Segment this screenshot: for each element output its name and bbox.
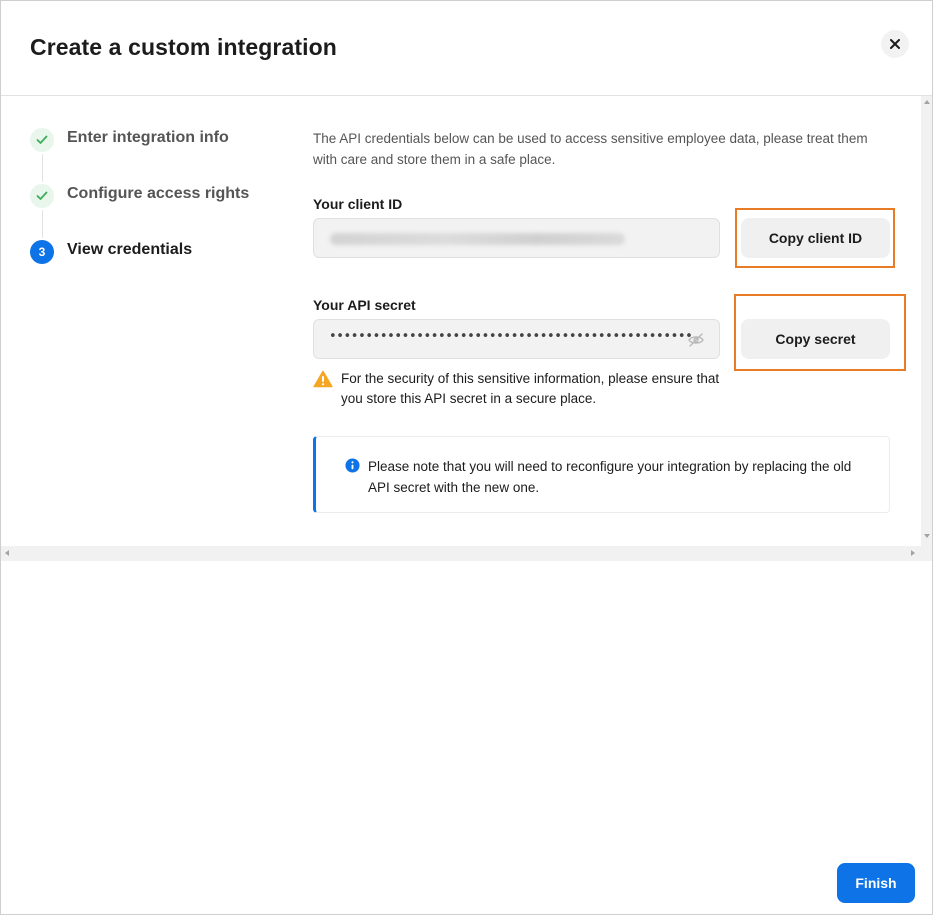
info-text: Please note that you will need to reconf… [368, 459, 852, 495]
step-enter-integration-info: Enter integration info [30, 128, 270, 184]
vertical-scrollbar[interactable] [921, 96, 932, 546]
scroll-down-arrow-icon[interactable] [924, 534, 930, 538]
info-notice: Please note that you will need to reconf… [313, 436, 890, 513]
scroll-right-arrow-icon[interactable] [911, 550, 915, 556]
close-button[interactable] [881, 30, 909, 58]
client-id-field[interactable] [313, 218, 720, 258]
step-connector [42, 210, 43, 238]
close-icon [890, 39, 900, 49]
api-secret-label: Your API secret [313, 297, 416, 313]
step-done-indicator [30, 128, 54, 152]
step-view-credentials: 3 View credentials [30, 240, 270, 296]
stepper: Enter integration info Configure access … [30, 128, 270, 296]
horizontal-scrollbar[interactable] [1, 546, 932, 561]
step-connector [42, 154, 43, 182]
info-icon [345, 458, 360, 473]
scroll-left-arrow-icon[interactable] [5, 550, 9, 556]
dialog: Create a custom integration Enter integr… [0, 0, 933, 915]
warning-icon [313, 370, 333, 388]
step-label: Configure access rights [67, 185, 250, 202]
dialog-title: Create a custom integration [30, 34, 337, 60]
client-id-label: Your client ID [313, 196, 403, 212]
eye-off-icon[interactable] [687, 331, 705, 349]
step-done-indicator [30, 184, 54, 208]
step-label: Enter integration info [67, 129, 229, 146]
security-warning: For the security of this sensitive infor… [313, 369, 733, 409]
finish-button[interactable]: Finish [837, 863, 915, 903]
warning-text: For the security of this sensitive infor… [341, 371, 720, 406]
credentials-content: The API credentials below can be used to… [313, 128, 893, 170]
scroll-up-arrow-icon[interactable] [924, 100, 930, 104]
step-number-badge: 3 [30, 240, 54, 264]
api-secret-field[interactable]: ••••••••••••••••••••••••••••••••••••••••… [313, 319, 720, 359]
highlight-copy-secret [734, 294, 906, 371]
step-configure-access-rights: Configure access rights [30, 184, 270, 240]
step-label: View credentials [67, 241, 193, 258]
dialog-header: Create a custom integration [1, 1, 932, 96]
check-icon [36, 191, 48, 200]
vertical-scroll-track[interactable] [921, 96, 932, 546]
intro-text: The API credentials below can be used to… [313, 131, 868, 167]
check-icon [36, 135, 48, 144]
dialog-body: Enter integration info Configure access … [1, 96, 932, 562]
api-secret-masked-value: ••••••••••••••••••••••••••••••••••••••••… [329, 329, 693, 344]
highlight-copy-client-id [735, 208, 895, 268]
client-id-value-blurred [330, 233, 625, 245]
